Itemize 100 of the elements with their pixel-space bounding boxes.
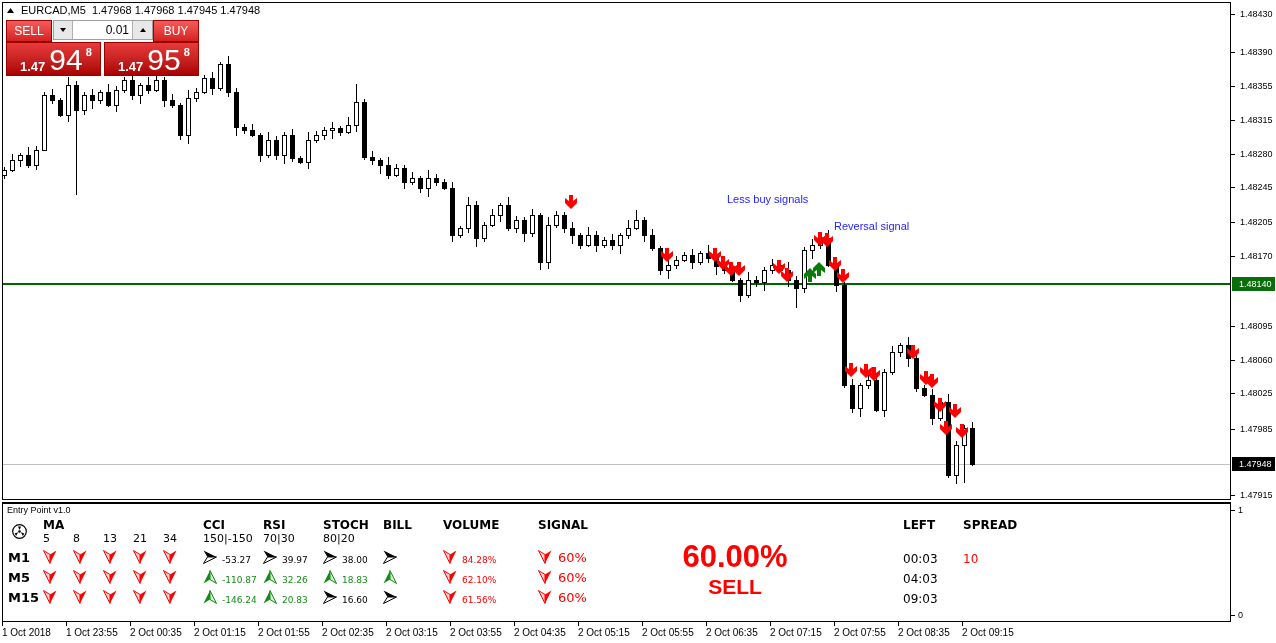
down-arrow-icon — [940, 421, 952, 435]
chart-title: EURCAD,M5 1.47968 1.47968 1.47945 1.47948 — [21, 4, 261, 16]
price-axis-label: 1.47985 — [1240, 424, 1273, 435]
ma-period-label: 21 — [133, 532, 147, 545]
ma-period-label: 34 — [163, 532, 177, 545]
time-axis-label: 2 Oct 05:15 — [578, 627, 631, 639]
timeframe-label: M5 — [8, 569, 30, 585]
down-arrow-icon — [949, 404, 961, 418]
lot-increase-button[interactable] — [132, 21, 152, 39]
indicator-value: 32.26 — [282, 574, 308, 586]
down-caret-icon — [60, 28, 66, 32]
price-axis-label: 1.47915 — [1240, 490, 1273, 501]
column-header: MA — [43, 517, 65, 532]
down-arrow-icon — [837, 269, 849, 283]
level-range-label: 150|-150 — [203, 532, 253, 545]
down-arrow-icon — [781, 268, 793, 282]
down-arrow-icon — [717, 256, 729, 270]
down-arrow-icon — [868, 367, 880, 381]
down-arrow-icon — [821, 233, 833, 247]
indicator-value: 20.83 — [282, 594, 308, 606]
time-axis-label: 2 Oct 01:55 — [258, 627, 311, 639]
lot-size-spinner[interactable]: 0.01 — [53, 20, 153, 40]
ma-period-label: 5 — [43, 532, 50, 545]
indicator-value: -53.27 — [222, 554, 251, 566]
down-arrow-icon — [709, 248, 721, 262]
time-axis-label: 2 Oct 03:15 — [386, 627, 439, 639]
indicator-value: 16.60 — [342, 594, 368, 606]
level-range-label: 70|30 — [263, 532, 295, 545]
up-triangle-icon — [7, 7, 14, 13]
price-axis-label: 1.48245 — [1240, 182, 1273, 193]
indicator-axis-label: 1 — [1238, 505, 1243, 516]
column-header: VOLUME — [443, 517, 500, 532]
countdown-time: 04:03 — [903, 571, 938, 586]
up-arrow-icon — [804, 268, 816, 282]
signal-percent: 60% — [558, 549, 587, 565]
time-axis-label: 2 Oct 07:15 — [770, 627, 823, 639]
time-axis-label: 2 Oct 06:35 — [706, 627, 759, 639]
column-header: CCI — [203, 517, 226, 532]
down-arrow-icon — [845, 363, 857, 377]
time-axis-label: 2 Oct 01:15 — [194, 627, 247, 639]
emblem-icon — [12, 523, 27, 539]
up-arrow-icon — [813, 262, 825, 276]
level-range-label: 80|20 — [323, 532, 355, 545]
lot-decrease-button[interactable] — [54, 21, 73, 39]
level-price-label: 1.48140 — [1232, 277, 1275, 291]
signal-percent: 60% — [558, 589, 587, 605]
price-axis-label: 1.48205 — [1240, 217, 1273, 228]
up-caret-icon — [139, 28, 146, 32]
time-axis-label: 2 Oct 03:55 — [450, 627, 503, 639]
price-axis-label: 1.48315 — [1240, 115, 1273, 126]
down-arrow-icon — [661, 248, 673, 262]
summary-action: SELL — [708, 576, 762, 598]
column-header: STOCH — [323, 517, 369, 532]
time-axis-label: 2 Oct 09:15 — [962, 627, 1015, 639]
ma-period-label: 13 — [103, 532, 117, 545]
indicator-value: 38.00 — [342, 554, 368, 566]
price-axis-label: 1.48095 — [1240, 321, 1273, 332]
annotation-label: Reversal signal — [834, 220, 910, 233]
down-arrow-icon — [934, 398, 946, 412]
indicator-value: 62.10% — [462, 574, 497, 586]
column-header: BILL — [383, 517, 412, 532]
timeframe-label: M15 — [8, 589, 40, 605]
spread-value: 10 — [963, 551, 979, 566]
indicator-value: 39.97 — [282, 554, 308, 566]
panel-title: Entry Point v1.0 — [7, 505, 71, 516]
price-axis-label: 1.48060 — [1240, 355, 1273, 366]
annotation-label: Less buy signals — [727, 193, 809, 206]
bid-price-label: 1.47948 — [1232, 457, 1275, 471]
down-arrow-icon — [956, 424, 968, 438]
summary-percent: 60.00% — [682, 541, 788, 572]
price-axis-label: 1.48430 — [1240, 9, 1273, 20]
column-header: LEFT — [903, 517, 936, 532]
indicator-value: -146.24 — [222, 594, 257, 606]
time-axis-label: 2 Oct 07:55 — [834, 627, 887, 639]
ma-period-label: 8 — [73, 532, 80, 545]
price-axis-label: 1.48390 — [1240, 47, 1273, 58]
time-axis-label: 2 Oct 05:55 — [642, 627, 695, 639]
indicator-value: 18.83 — [342, 574, 368, 586]
down-arrow-icon — [773, 260, 785, 274]
time-axis-label: 1 Oct 23:55 — [66, 627, 119, 639]
timeframe-label: M1 — [8, 549, 30, 565]
price-axis-label: 1.48355 — [1240, 81, 1273, 92]
price-axis-label: 1.48280 — [1240, 149, 1273, 160]
time-axis-label: 2 Oct 00:35 — [130, 627, 183, 639]
down-arrow-icon — [829, 257, 841, 271]
signal-percent: 60% — [558, 569, 587, 585]
time-axis-label: 2 Oct 04:35 — [514, 627, 567, 639]
down-arrow-icon — [926, 374, 938, 388]
column-header: SPREAD — [963, 517, 1018, 532]
buy-button[interactable]: BUY — [153, 20, 199, 42]
time-axis-label: 2 Oct 02:35 — [322, 627, 375, 639]
sell-button[interactable]: SELL — [6, 20, 52, 42]
indicator-value: 61.56% — [462, 594, 497, 606]
indicator-value: -110.87 — [222, 574, 257, 586]
column-header: SIGNAL — [538, 517, 588, 532]
indicator-axis-label: 0 — [1238, 610, 1243, 621]
countdown-time: 09:03 — [903, 591, 938, 606]
down-arrow-icon — [733, 262, 745, 276]
down-arrow-icon — [907, 345, 919, 359]
price-axis-label: 1.48170 — [1240, 251, 1273, 262]
